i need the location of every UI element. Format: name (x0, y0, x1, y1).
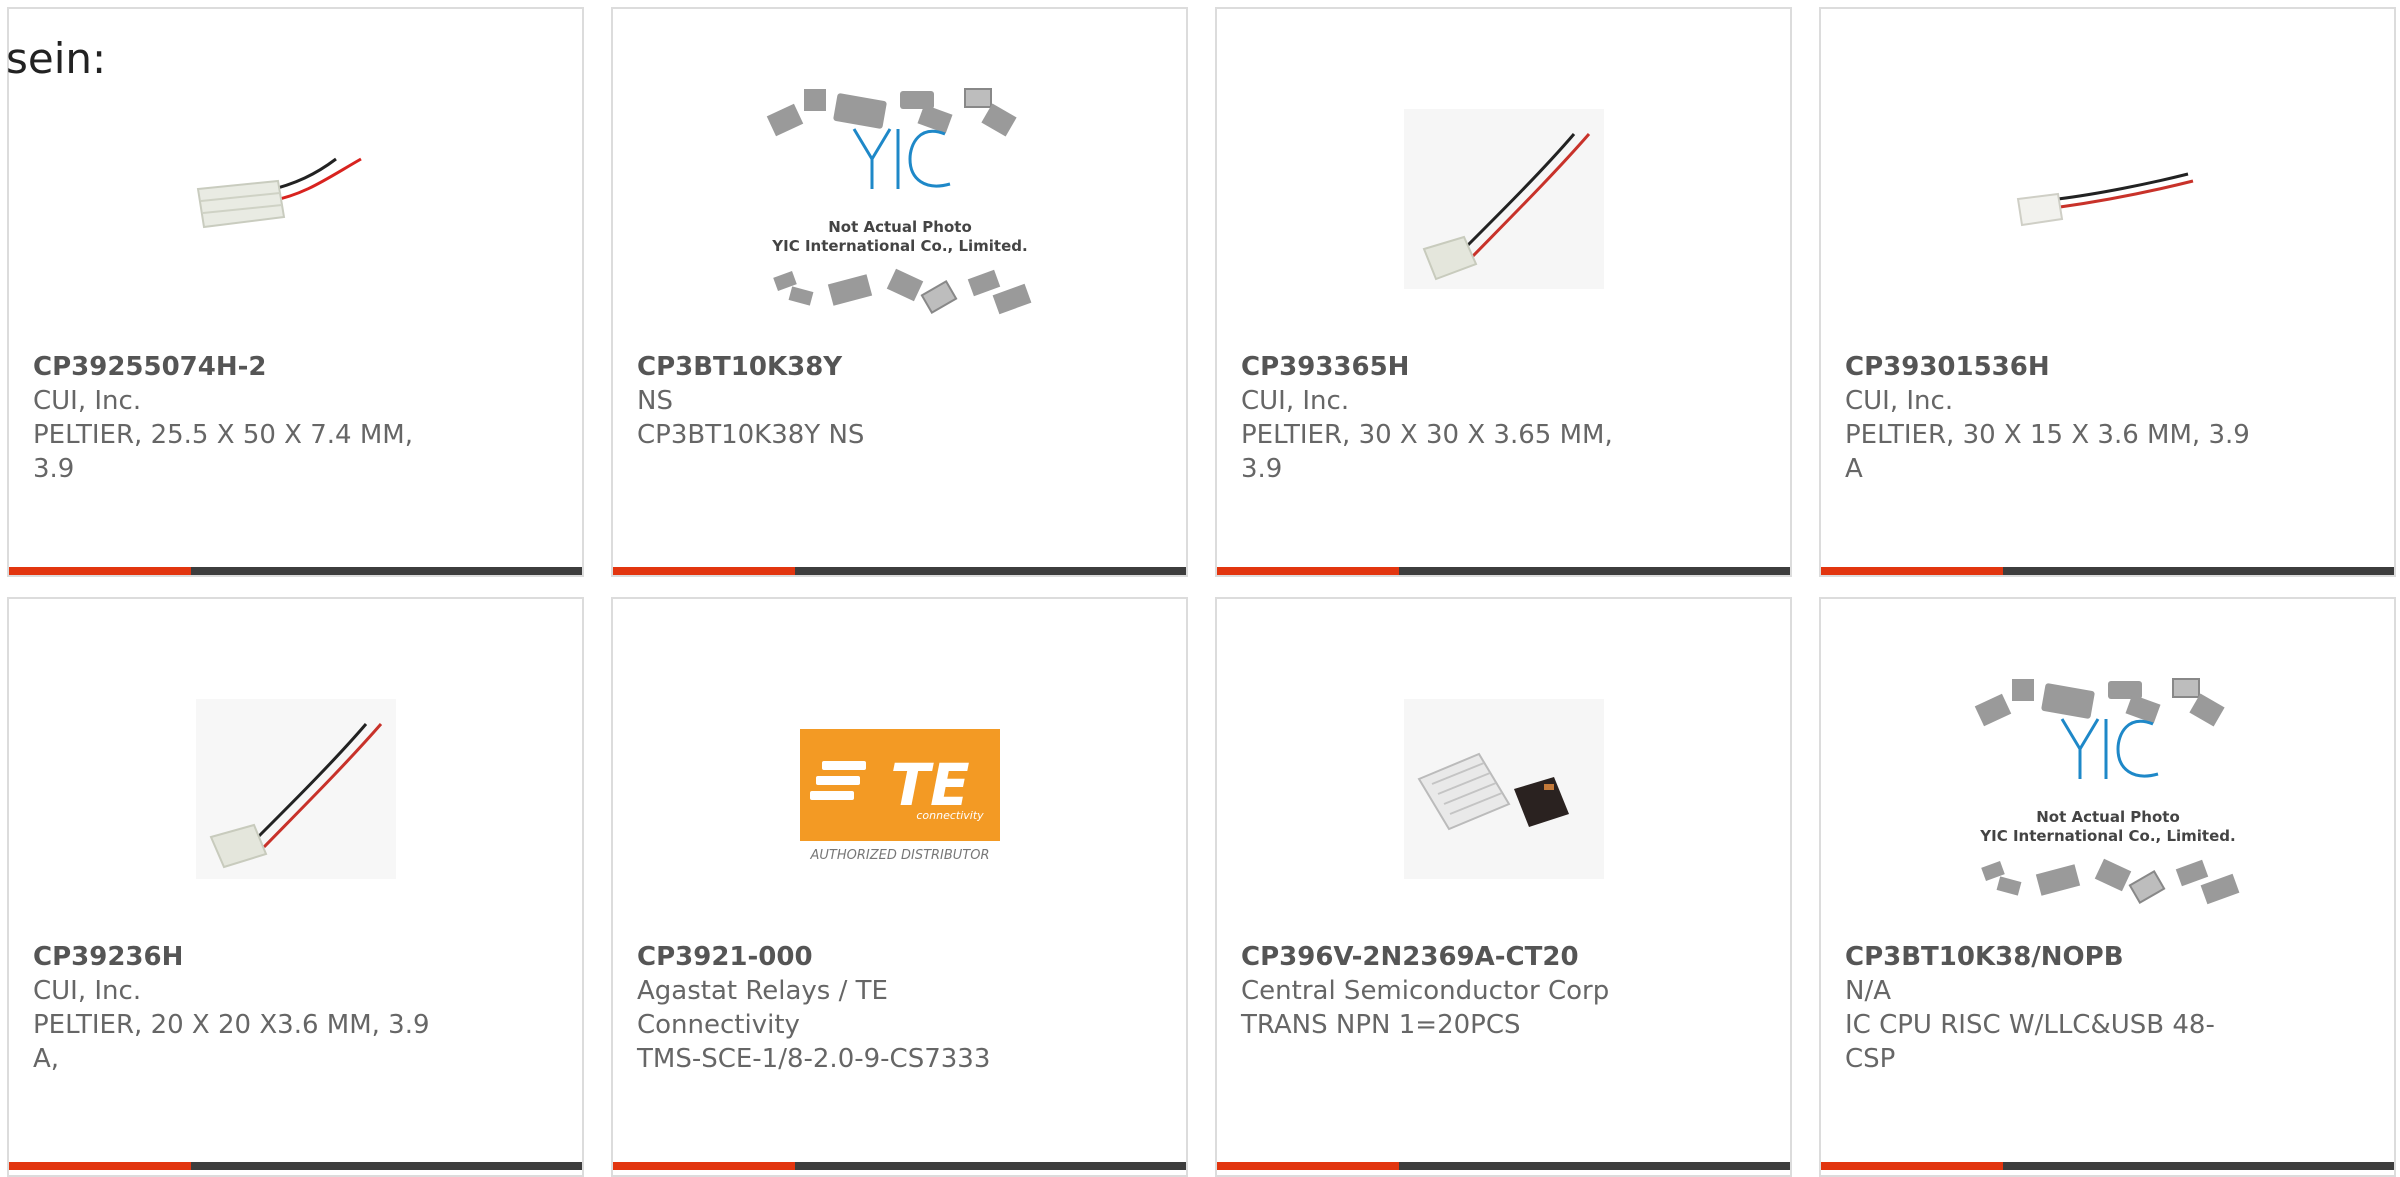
part-number[interactable]: CP39301536H (1845, 350, 2370, 384)
description: TRANS NPN 1=20PCS (1241, 1010, 1521, 1040)
card-footer-bar (1217, 1162, 1790, 1170)
product-info: CP39301536H CUI, Inc. PELTIER, 30 X 15 X… (1845, 350, 2370, 486)
card-footer-bar (1821, 567, 2394, 575)
yic-placeholder-image: Not Actual Photo YIC International Co., … (1821, 639, 2394, 939)
yic-placeholder-image: Not Actual Photo YIC International Co., … (613, 49, 1186, 349)
product-info: CP393365H CUI, Inc. PELTIER, 30 X 30 X 3… (1241, 350, 1766, 486)
description: IC CPU RISC W/LLC&USB 48-CSP (1845, 1010, 2215, 1074)
description: PELTIER, 30 X 30 X 3.65 MM, 3.9 (1241, 420, 1613, 484)
product-card[interactable]: CP39301536H CUI, Inc. PELTIER, 30 X 15 X… (1819, 7, 2396, 577)
te-logo-subtext: connectivity (916, 809, 984, 822)
part-number[interactable]: CP393365H (1241, 350, 1766, 384)
peltier-module-image (1821, 49, 2394, 349)
product-grid: CP39255074H-2 CUI, Inc. PELTIER, 25.5 X … (0, 0, 2400, 1177)
part-number[interactable]: CP3BT10K38/NOPB (1845, 940, 2370, 974)
description: PELTIER, 20 X 20 X3.6 MM, 3.9 A, (33, 1010, 430, 1074)
product-card[interactable]: CP39236H CUI, Inc. PELTIER, 20 X 20 X3.6… (7, 597, 584, 1177)
semiconductor-chip-image (1217, 639, 1790, 939)
card-footer-accent (9, 1162, 191, 1170)
card-footer-bar (9, 1162, 582, 1170)
manufacturer: CUI, Inc. (1241, 386, 1350, 416)
product-info: CP3921-000 Agastat Relays / TE Connectiv… (637, 940, 1162, 1076)
product-info: CP3BT10K38/NOPB N/A IC CPU RISC W/LLC&US… (1845, 940, 2370, 1076)
product-card[interactable]: CP396V-2N2369A-CT20 Central Semiconducto… (1215, 597, 1792, 1177)
placeholder-line2: YIC International Co., Limited. (771, 237, 1027, 255)
peltier-module-image (9, 49, 582, 349)
manufacturer: CUI, Inc. (33, 386, 142, 416)
description: PELTIER, 25.5 X 50 X 7.4 MM, 3.9 (33, 420, 413, 484)
card-footer-accent (613, 567, 795, 575)
description: CP3BT10K38Y NS (637, 420, 865, 450)
manufacturer: CUI, Inc. (33, 976, 142, 1006)
te-connectivity-logo: TE connectivity AUTHORIZED DISTRIBUTOR (613, 639, 1186, 939)
manufacturer: CUI, Inc. (1845, 386, 1954, 416)
product-card[interactable]: CP39255074H-2 CUI, Inc. PELTIER, 25.5 X … (7, 7, 584, 577)
product-card[interactable]: TE connectivity AUTHORIZED DISTRIBUTOR C… (611, 597, 1188, 1177)
peltier-module-image (1217, 49, 1790, 349)
partial-heading-text: sein: (6, 34, 107, 83)
card-footer-bar (9, 567, 582, 575)
card-footer-accent (1821, 567, 2003, 575)
description: PELTIER, 30 X 15 X 3.6 MM, 3.9 A (1845, 420, 2250, 484)
product-info: CP39255074H-2 CUI, Inc. PELTIER, 25.5 X … (33, 350, 558, 486)
card-footer-bar (1217, 567, 1790, 575)
product-info: CP39236H CUI, Inc. PELTIER, 20 X 20 X3.6… (33, 940, 558, 1076)
part-number[interactable]: CP39236H (33, 940, 558, 974)
part-number[interactable]: CP396V-2N2369A-CT20 (1241, 940, 1766, 974)
product-info: CP3BT10K38Y NS CP3BT10K38Y NS (637, 350, 1162, 452)
card-footer-accent (613, 1162, 795, 1170)
placeholder-line2: YIC International Co., Limited. (1979, 827, 2235, 845)
placeholder-line1: Not Actual Photo (2036, 808, 2180, 826)
part-number[interactable]: CP3921-000 (637, 940, 1162, 974)
product-card[interactable]: CP393365H CUI, Inc. PELTIER, 30 X 30 X 3… (1215, 7, 1792, 577)
manufacturer: N/A (1845, 976, 1891, 1006)
part-number[interactable]: CP3BT10K38Y (637, 350, 1162, 384)
card-footer-bar (613, 1162, 1186, 1170)
peltier-module-image (9, 639, 582, 939)
description: TMS-SCE-1/8-2.0-9-CS7333 (637, 1044, 991, 1074)
card-footer-accent (1217, 567, 1399, 575)
manufacturer: NS (637, 386, 673, 416)
card-footer-accent (1217, 1162, 1399, 1170)
manufacturer: Central Semiconductor Corp (1241, 976, 1610, 1006)
product-card[interactable]: Not Actual Photo YIC International Co., … (611, 7, 1188, 577)
card-footer-accent (9, 567, 191, 575)
part-number[interactable]: CP39255074H-2 (33, 350, 558, 384)
card-footer-bar (613, 567, 1186, 575)
product-info: CP396V-2N2369A-CT20 Central Semiconducto… (1241, 940, 1766, 1042)
manufacturer: Agastat Relays / TE Connectivity (637, 976, 888, 1040)
card-footer-accent (1821, 1162, 2003, 1170)
card-footer-bar (1821, 1162, 2394, 1170)
placeholder-line1: Not Actual Photo (828, 218, 972, 236)
te-logo-caption: AUTHORIZED DISTRIBUTOR (809, 848, 989, 863)
product-card[interactable]: Not Actual Photo YIC International Co., … (1819, 597, 2396, 1177)
